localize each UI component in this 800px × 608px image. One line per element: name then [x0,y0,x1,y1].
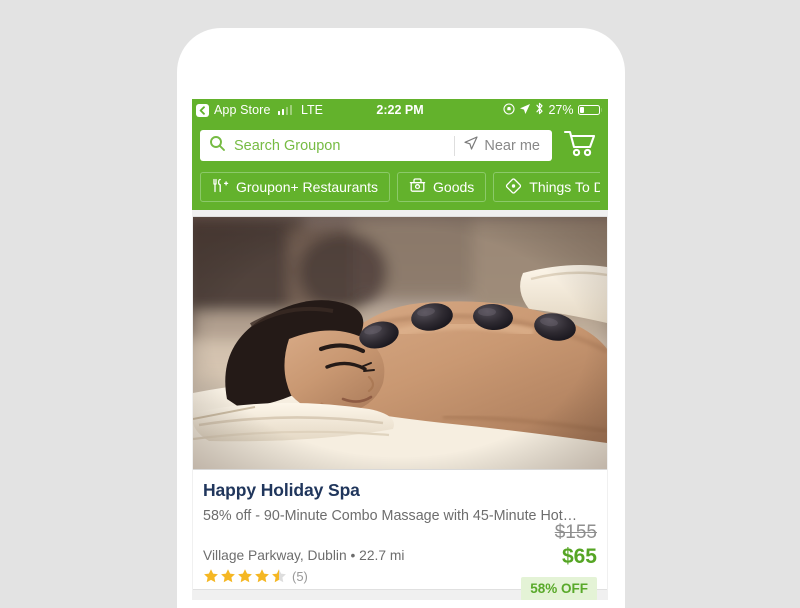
back-chevron-icon[interactable] [196,103,209,117]
deal-rating: (5) [203,568,404,584]
star-icon-half [272,569,286,583]
star-icon-full [238,569,252,583]
cart-button[interactable] [560,128,600,163]
star-rating-icons [203,568,287,584]
status-bar-left: App Store LTE [196,103,323,117]
search-input[interactable]: Search Groupon [200,135,454,157]
bluetooth-icon [535,102,544,118]
discount-badge: 58% OFF [521,577,597,600]
chip-label: Things To Do [529,179,600,195]
phone-screen: App Store LTE 2:22 PM 27% Search Groupon… [192,99,608,600]
near-me-button[interactable]: Near me [455,136,552,155]
location-arrow-icon [519,103,531,118]
diamond-tag-icon [505,177,522,197]
shopping-cart-icon [563,128,597,163]
battery-icon [577,105,602,115]
search-icon [209,135,226,157]
search-row: Search Groupon Near me [200,128,600,163]
gift-box-icon [409,178,426,196]
battery-percent-label: 27% [548,103,574,117]
category-chip-row: Groupon+ Restaurants Goods Things To D [200,172,600,202]
deal-image[interactable] [193,217,607,470]
deal-location: Village Parkway, Dublin • 22.7 mi [203,548,405,563]
star-icon-full [221,569,235,583]
app-header: Search Groupon Near me Groupon+ Restaura… [192,121,608,210]
chip-label: Groupon+ Restaurants [236,179,379,195]
search-box: Search Groupon Near me [200,130,552,161]
deal-title: Happy Holiday Spa [203,480,360,500]
hot-stone-massage-photo [193,217,607,469]
deal-info: Happy Holiday Spa 58% off - 90-Minute Co… [193,470,607,600]
chip-goods[interactable]: Goods [397,172,487,202]
deal-card[interactable]: Happy Holiday Spa 58% off - 90-Minute Co… [193,216,607,600]
location-arrow-icon [464,136,478,155]
status-network-label: LTE [301,103,323,117]
star-icon-full [255,569,269,583]
rating-count: (5) [292,568,308,584]
deal-price-block: $155 $65 58% OFF [521,522,597,600]
signal-bars-icon [277,105,292,115]
chip-things-to-do[interactable]: Things To Do [493,172,600,202]
status-bar: App Store LTE 2:22 PM 27% [192,99,608,121]
deal-feed: Happy Holiday Spa 58% off - 90-Minute Co… [192,210,608,600]
deal-sale-price: $65 [561,544,597,568]
star-icon-full [204,569,218,583]
chip-groupon-plus-restaurants[interactable]: Groupon+ Restaurants [200,172,391,202]
search-placeholder: Search Groupon [234,137,341,154]
rotation-lock-icon [503,102,516,118]
fork-knife-plus-icon [212,178,229,196]
deal-original-price: $155 [554,522,597,543]
near-me-label: Near me [484,137,540,154]
status-bar-right: 27% [503,102,602,118]
deal-meta-left: Village Parkway, Dublin • 22.7 mi (5) [203,548,404,585]
chip-label: Goods [433,179,475,195]
status-carrier-label[interactable]: App Store [214,103,271,117]
